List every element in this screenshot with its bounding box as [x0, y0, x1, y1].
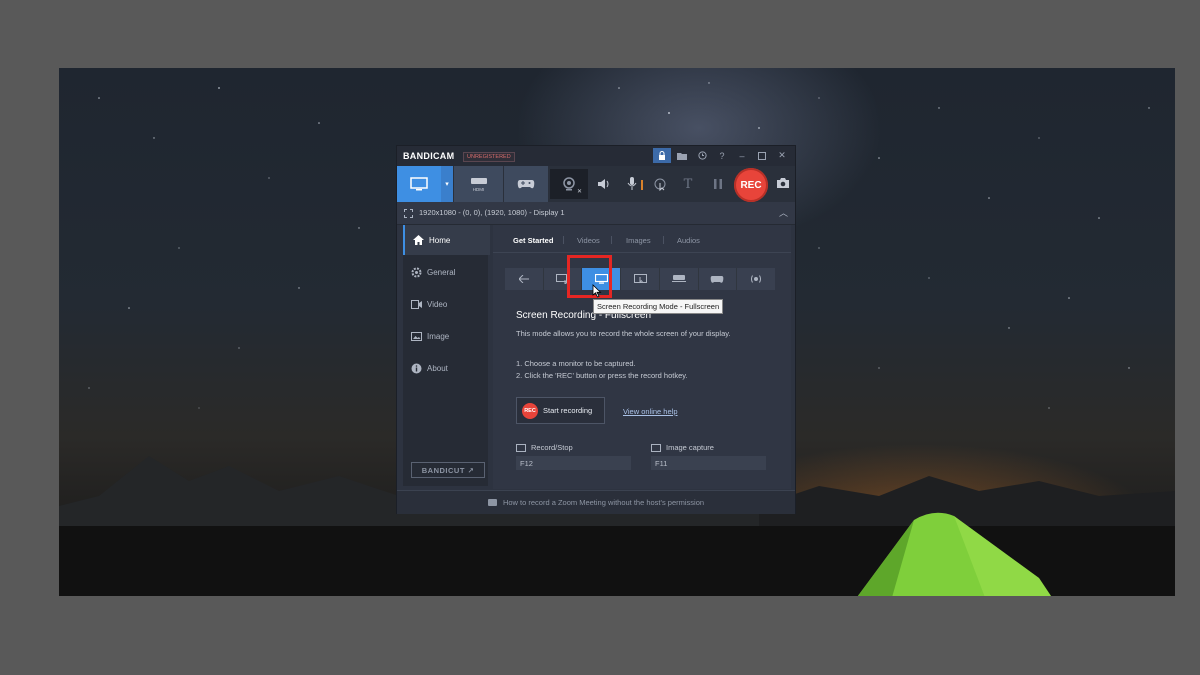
tab-images[interactable]: Images — [626, 236, 651, 245]
tab-separator — [611, 236, 612, 244]
webcam-off-icon: ✕ — [576, 189, 582, 195]
bandicam-window: BANDICAM UNREGISTERED ? – ✕ ▾ HDMI ✕ T R… — [396, 145, 796, 514]
instruction-step-2: 2. Click the 'REC' button or press the r… — [516, 371, 688, 380]
close-icon[interactable]: ✕ — [773, 148, 791, 163]
registration-badge[interactable]: UNREGISTERED — [463, 152, 515, 162]
mouse-pointer-icon — [592, 284, 602, 298]
tab-separator — [663, 236, 664, 244]
webcam-icon — [563, 177, 575, 191]
rec-icon: REC — [522, 402, 538, 419]
selection-icon — [404, 209, 413, 218]
info-icon — [411, 363, 422, 374]
keyboard-icon — [516, 443, 526, 452]
view-online-help-link[interactable]: View online help — [623, 407, 678, 416]
screen-mode-button[interactable] — [397, 166, 441, 202]
start-recording-label: Start recording — [543, 406, 593, 415]
image-hotkey-text: Image capture — [666, 443, 714, 452]
recording-mode-strip — [505, 268, 775, 290]
status-bar[interactable]: How to record a Zoom Meeting without the… — [397, 490, 795, 514]
capture-region-text: 1920x1080 - (0, 0), (1920, 1080) - Displ… — [419, 208, 565, 217]
back-arrow-icon[interactable] — [505, 268, 544, 290]
audio-only-mode-icon[interactable] — [737, 268, 775, 290]
text-overlay-icon[interactable]: T — [680, 176, 696, 192]
pause-icon[interactable] — [710, 176, 726, 192]
sidebar-item-video[interactable]: Video — [403, 289, 488, 319]
game-mode-button[interactable] — [504, 166, 548, 202]
sidebar-item-image[interactable]: Image — [403, 321, 488, 351]
timer-icon[interactable] — [693, 148, 711, 163]
title-bar[interactable]: BANDICAM UNREGISTERED ? – ✕ — [397, 146, 795, 166]
tab-audios[interactable]: Audios — [677, 236, 700, 245]
speaker-icon[interactable] — [596, 176, 612, 192]
sidebar-item-general[interactable]: General — [403, 257, 488, 287]
record-hotkey-text: Record/Stop — [531, 443, 573, 452]
mic-level-meter — [641, 180, 643, 190]
image-hotkey-label: Image capture — [651, 443, 714, 452]
help-icon[interactable]: ? — [713, 148, 731, 163]
sidebar-item-label: Video — [427, 299, 448, 309]
sidebar-item-label: General — [427, 267, 456, 277]
sidebar-item-home[interactable]: Home — [403, 225, 490, 255]
monitor-icon — [410, 176, 428, 190]
title-bar-icons: ? – ✕ — [653, 148, 791, 163]
video-icon — [411, 299, 422, 310]
around-mouse-mode-icon[interactable] — [621, 268, 660, 290]
sidebar-item-about[interactable]: About — [403, 353, 488, 383]
rec-button[interactable]: REC — [734, 168, 768, 202]
image-icon — [411, 331, 422, 342]
tab-separator — [563, 236, 564, 244]
gamepad-icon — [517, 180, 535, 189]
status-bar-text: How to record a Zoom Meeting without the… — [502, 498, 705, 507]
chevron-up-icon[interactable]: ︿ — [779, 206, 788, 219]
record-hotkey-field[interactable]: F12 — [516, 456, 631, 470]
tab-get-started[interactable]: Get Started — [513, 236, 553, 245]
lock-icon[interactable] — [653, 148, 671, 163]
bandicut-button[interactable]: BANDICUT ↗ — [411, 462, 485, 478]
screenshot-camera-icon[interactable] — [776, 177, 790, 191]
highlight-box — [567, 255, 612, 298]
mode-description: This mode allows you to record the whole… — [516, 329, 731, 338]
start-recording-button[interactable]: REC Start recording — [516, 397, 605, 424]
hdmi-label: HDMI — [472, 187, 485, 192]
main-toolbar: ▾ HDMI ✕ T REC — [397, 166, 795, 202]
minimize-icon[interactable]: – — [733, 148, 751, 163]
keyboard-icon — [651, 443, 661, 452]
hdmi-mode-icon[interactable] — [660, 268, 699, 290]
main-content: Get Started Videos Images Audios Screen … — [493, 225, 791, 489]
mode-dropdown-button[interactable]: ▾ — [441, 166, 453, 202]
webcam-toggle[interactable]: ✕ — [550, 169, 588, 199]
instruction-step-1: 1. Choose a monitor to be captured. — [516, 359, 636, 368]
folder-icon[interactable] — [673, 148, 691, 163]
tooltip: Screen Recording Mode - Fullscreen — [593, 299, 724, 314]
image-hotkey-field[interactable]: F11 — [651, 456, 766, 470]
tent-image — [857, 512, 1051, 596]
capture-region-bar[interactable]: 1920x1080 - (0, 0), (1920, 1080) - Displ… — [397, 202, 795, 225]
device-mode-button[interactable]: HDMI — [454, 166, 503, 202]
sidebar-item-label: About — [427, 363, 448, 373]
maximize-icon[interactable] — [753, 148, 771, 163]
microphone-icon[interactable] — [624, 176, 640, 192]
home-icon — [413, 235, 424, 246]
record-hotkey-label: Record/Stop — [516, 443, 573, 452]
app-title: BANDICAM — [403, 151, 455, 161]
sidebar-item-label: Image — [427, 331, 450, 341]
gear-icon — [411, 267, 422, 278]
content-tabs: Get Started Videos Images Audios — [493, 225, 791, 253]
tab-videos[interactable]: Videos — [577, 236, 600, 245]
sidebar-item-label: Home — [429, 235, 451, 245]
game-mode-icon[interactable] — [699, 268, 738, 290]
chat-icon — [487, 499, 497, 506]
mouse-cursor-icon[interactable] — [652, 176, 668, 192]
sidebar: Home General Video Image About BANDICUT … — [403, 225, 490, 486]
